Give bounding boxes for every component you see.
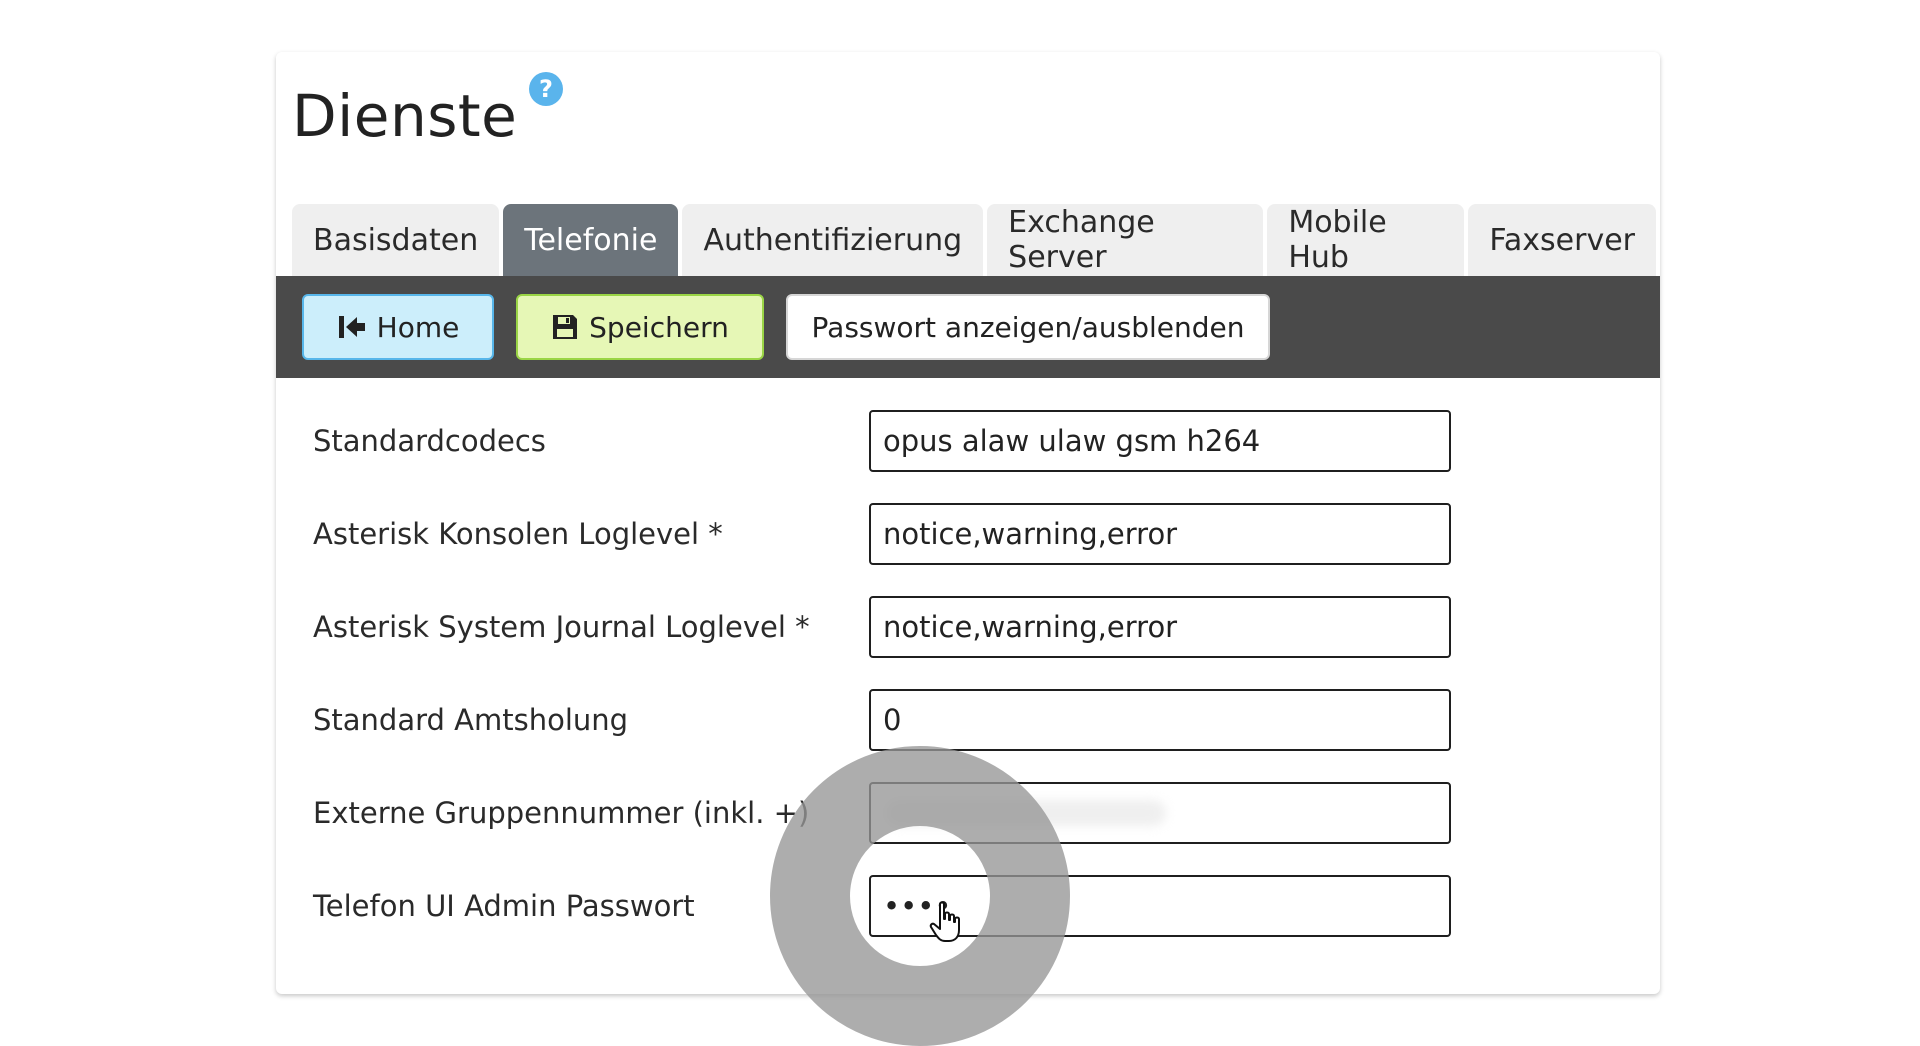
tab-exchange-server[interactable]: Exchange Server [987, 204, 1264, 276]
gruppennummer-input[interactable] [869, 782, 1451, 844]
home-button-label: Home [376, 310, 460, 344]
toggle-password-label: Passwort anzeigen/ausblenden [811, 310, 1245, 344]
home-button[interactable]: Home [302, 294, 494, 360]
amtsholung-label: Standard Amtsholung [313, 703, 629, 737]
console-loglevel-input[interactable] [869, 503, 1451, 565]
floppy-disk-icon [551, 313, 579, 341]
first-page-icon [337, 314, 367, 340]
tab-telefonie[interactable]: Telefonie [503, 204, 679, 276]
blurred-value [886, 800, 1166, 826]
form-row-standardcodecs: Standardcodecs [276, 410, 1660, 472]
toolbar: Home Speichern Passwort anzeigen/ausblen… [276, 276, 1660, 378]
standardcodecs-input[interactable] [869, 410, 1451, 472]
tab-basisdaten[interactable]: Basisdaten [292, 204, 500, 276]
tab-mobile-hub[interactable]: Mobile Hub [1267, 204, 1465, 276]
journal-loglevel-input[interactable] [869, 596, 1451, 658]
help-icon[interactable]: ? [529, 72, 563, 106]
amtsholung-input[interactable] [869, 689, 1451, 751]
title-row: Dienste [292, 82, 517, 150]
form-row-amtsholung: Standard Amtsholung [276, 689, 1660, 751]
toggle-password-button[interactable]: Passwort anzeigen/ausblenden [786, 294, 1270, 360]
tab-bar: Basisdaten Telefonie Authentifizierung E… [292, 204, 1660, 276]
form-row-journal-loglevel: Asterisk System Journal Loglevel * [276, 596, 1660, 658]
form-row-admin-passwort: Telefon UI Admin Passwort [276, 875, 1660, 937]
form-row-console-loglevel: Asterisk Konsolen Loglevel * [276, 503, 1660, 565]
admin-passwort-input[interactable] [869, 875, 1451, 937]
save-button[interactable]: Speichern [516, 294, 764, 360]
tab-faxserver[interactable]: Faxserver [1468, 204, 1656, 276]
admin-passwort-label: Telefon UI Admin Passwort [313, 889, 695, 923]
services-panel: Dienste ? Basisdaten Telefonie Authentif… [276, 52, 1660, 994]
console-loglevel-label: Asterisk Konsolen Loglevel * [313, 517, 723, 551]
save-button-label: Speichern [589, 310, 729, 344]
form-row-gruppennummer: Externe Gruppennummer (inkl. +) [276, 782, 1660, 844]
gruppennummer-label: Externe Gruppennummer (inkl. +) [313, 796, 810, 830]
page-title: Dienste [292, 82, 518, 150]
tab-authentifizierung[interactable]: Authentifizierung [682, 204, 984, 276]
journal-loglevel-label: Asterisk System Journal Loglevel * [313, 610, 810, 644]
standardcodecs-label: Standardcodecs [313, 424, 546, 458]
